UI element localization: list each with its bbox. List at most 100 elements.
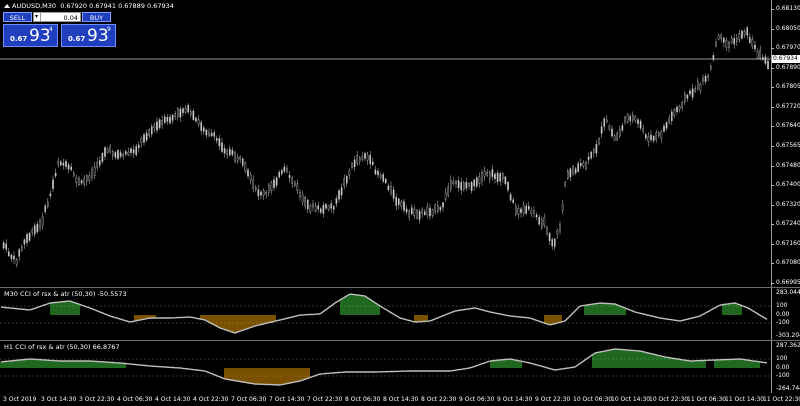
time-tick-label: 4 Oct 22:30 — [193, 396, 229, 403]
candle-body — [72, 173, 75, 177]
candle-body — [301, 194, 304, 203]
candle-body — [554, 238, 556, 247]
candle-body — [88, 175, 91, 182]
lot-dropdown-arrow-icon[interactable]: ▾ — [33, 12, 41, 22]
candle-body — [184, 107, 187, 113]
candle-body — [36, 223, 39, 233]
candle-body — [213, 132, 216, 137]
candle-body — [398, 198, 400, 205]
candle-body — [161, 120, 164, 125]
candle-body — [697, 81, 699, 90]
candle-body — [481, 172, 483, 182]
candle-body — [647, 136, 650, 142]
candle-body — [351, 163, 353, 168]
candle-body — [166, 117, 169, 122]
cci-line — [0, 348, 768, 386]
candle-body — [515, 205, 517, 215]
buy-button[interactable]: BUY — [82, 12, 111, 22]
candle-body — [502, 173, 504, 180]
candle-body — [741, 30, 743, 39]
candle-body — [340, 187, 343, 196]
candle-body — [288, 175, 291, 178]
indicator-tick-label: 100 — [776, 355, 788, 362]
candle-body — [226, 149, 229, 156]
time-tick-label: 4 Oct 14:30 — [155, 396, 191, 403]
candle-body — [252, 179, 255, 189]
candle-body — [307, 199, 309, 210]
candle-body — [447, 186, 450, 196]
candle-body — [143, 134, 145, 143]
candle-body — [431, 209, 434, 216]
sell-quote-button[interactable]: 0.67 93 4 — [3, 24, 58, 47]
indicator-pane-m30-cci[interactable]: M30 CCI of rsx & atr (50,30) -50.5573 28… — [0, 288, 800, 340]
price-tick-label: 0.67480 — [776, 161, 800, 169]
candle-body — [262, 190, 265, 196]
candle-body — [5, 243, 7, 250]
candle-body — [421, 209, 424, 214]
candle-body — [281, 170, 283, 174]
price-tick-mark — [771, 165, 774, 167]
candle-body — [130, 148, 132, 153]
price-tick-mark — [771, 28, 774, 30]
candle-body — [619, 128, 621, 137]
candle-body — [736, 38, 738, 42]
candle-body — [234, 152, 236, 162]
candle-body — [408, 210, 411, 218]
candle-body — [78, 178, 80, 185]
candle-body — [60, 161, 62, 166]
candle-body — [460, 182, 463, 191]
candle-body — [34, 225, 36, 235]
candle-body — [512, 199, 514, 203]
candle-body — [369, 155, 372, 165]
price-tick-label: 0.67400 — [776, 181, 800, 189]
candle-body — [387, 185, 390, 191]
candle-body — [101, 153, 104, 162]
sell-quote-sup: 4 — [49, 26, 53, 33]
price-tick-label: 0.67805 — [776, 83, 800, 91]
candle-body — [335, 198, 338, 204]
indicator-pane-h1-cci[interactable]: H1 CCI of rsx & atr (50,30) 66.8767 287.… — [0, 341, 800, 393]
candle-body — [106, 148, 109, 153]
price-axis[interactable]: 0.68130 0.68050 0.67970 0.67890 0.67805 0.677… — [771, 0, 800, 287]
candle-body — [642, 128, 644, 132]
candle-body — [182, 108, 184, 113]
buy-quote-button[interactable]: 0.67 93 9 — [61, 24, 116, 47]
time-tick-label: 8 Oct 22:30 — [421, 396, 457, 403]
candle-body — [676, 106, 678, 112]
indicator-axis[interactable]: 283.0441 100 0.00-100 -303.2041 — [774, 288, 800, 340]
candle-body — [468, 183, 470, 187]
indicator-tick-label: 283.0441 — [776, 289, 800, 296]
indicator-axis[interactable]: 287.3623 100 0.00-100 -264.7441 — [774, 341, 800, 393]
candle-body — [733, 37, 735, 45]
candle-body — [221, 142, 223, 152]
candle-body — [57, 161, 59, 165]
indicator-tick-label: 287.3623 — [776, 342, 800, 349]
candle-body — [241, 158, 244, 166]
sell-quote-prefix: 0.67 — [10, 35, 28, 43]
candle-body — [450, 179, 452, 190]
time-axis[interactable]: 3 Oct 2019 3 Oct 14:30 3 Oct 22:30 4 Oct 06… — [0, 393, 800, 406]
candle-body — [678, 106, 681, 110]
candle-body — [624, 116, 626, 123]
candle-body — [65, 160, 67, 167]
candle-body — [756, 50, 759, 59]
candle-body — [743, 31, 746, 35]
price-chart-pane[interactable]: AUDUSD,M30 0.67920 0.67941 0.67889 0.679… — [0, 0, 800, 287]
candle-body — [62, 162, 65, 166]
candle-body — [91, 168, 93, 178]
candle-body — [530, 210, 533, 215]
candle-body — [569, 168, 572, 178]
candle-body — [231, 149, 234, 156]
time-tick-label: 7 Oct 14:30 — [269, 396, 305, 403]
indicator-tick-label: -100 — [776, 319, 790, 326]
candle-body — [218, 138, 221, 147]
collapse-triangle-icon[interactable] — [4, 4, 10, 8]
candle-body — [746, 27, 748, 36]
cci-line — [0, 293, 768, 334]
time-tick-label: 3 Oct 2019 — [3, 396, 37, 403]
candle-body — [44, 205, 46, 212]
candle-body — [291, 177, 294, 184]
sell-button[interactable]: SELL — [3, 12, 32, 22]
candle-body — [715, 41, 717, 46]
candle-body — [660, 131, 663, 139]
